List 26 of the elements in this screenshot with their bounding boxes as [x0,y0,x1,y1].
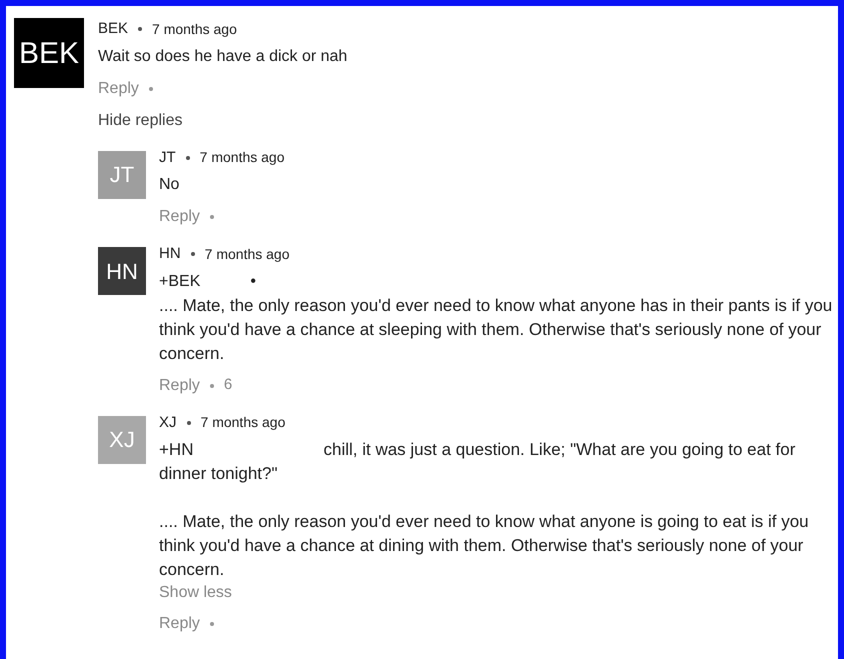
author-name[interactable]: JT [159,146,176,169]
avatar: HN [98,247,146,295]
comment-text: .... Mate, the only reason you'd ever need to know what anyone has in their pants is if you think you'd have a chance at sleeping with them. Otherwise that's seriously none of your concern. [159,294,834,364]
author-name[interactable]: HN [159,243,181,266]
reply-link[interactable]: Reply [159,612,200,636]
avatar: XJ [98,416,146,464]
timestamp: 7 months ago [152,20,237,39]
author-name[interactable]: BEK [98,18,128,40]
timestamp: 7 months ago [204,244,290,264]
like-count: 6 [224,375,232,396]
comment-text: +HN chill, it was just a question. Like; "What are you going to eat for dinner tonight?" [159,439,796,485]
hide-replies-link[interactable]: Hide replies [98,108,182,132]
show-less-link[interactable]: Show less [159,582,232,604]
avatar: BEK [14,18,84,88]
timestamp: 7 months ago [200,413,286,432]
reply-link[interactable]: Reply [159,374,200,398]
comment-text: No [159,175,180,195]
mention-link[interactable]: +BEK [159,270,200,294]
separator-dot: • [250,272,256,292]
comment-text: Wait so does he have a dick or nah [98,46,348,66]
reply-link[interactable]: Reply [159,205,200,229]
comment-text: .... Mate, the only reason you'd ever need to know what anyone is going to eat is if you think you'd have a chance at dining with them. Otherwise that's seriously none of your concern. [159,511,810,581]
author-name[interactable]: XJ [159,412,177,434]
avatar: JT [98,150,146,198]
reply-link[interactable]: Reply [98,76,139,100]
timestamp: 7 months ago [200,148,285,168]
